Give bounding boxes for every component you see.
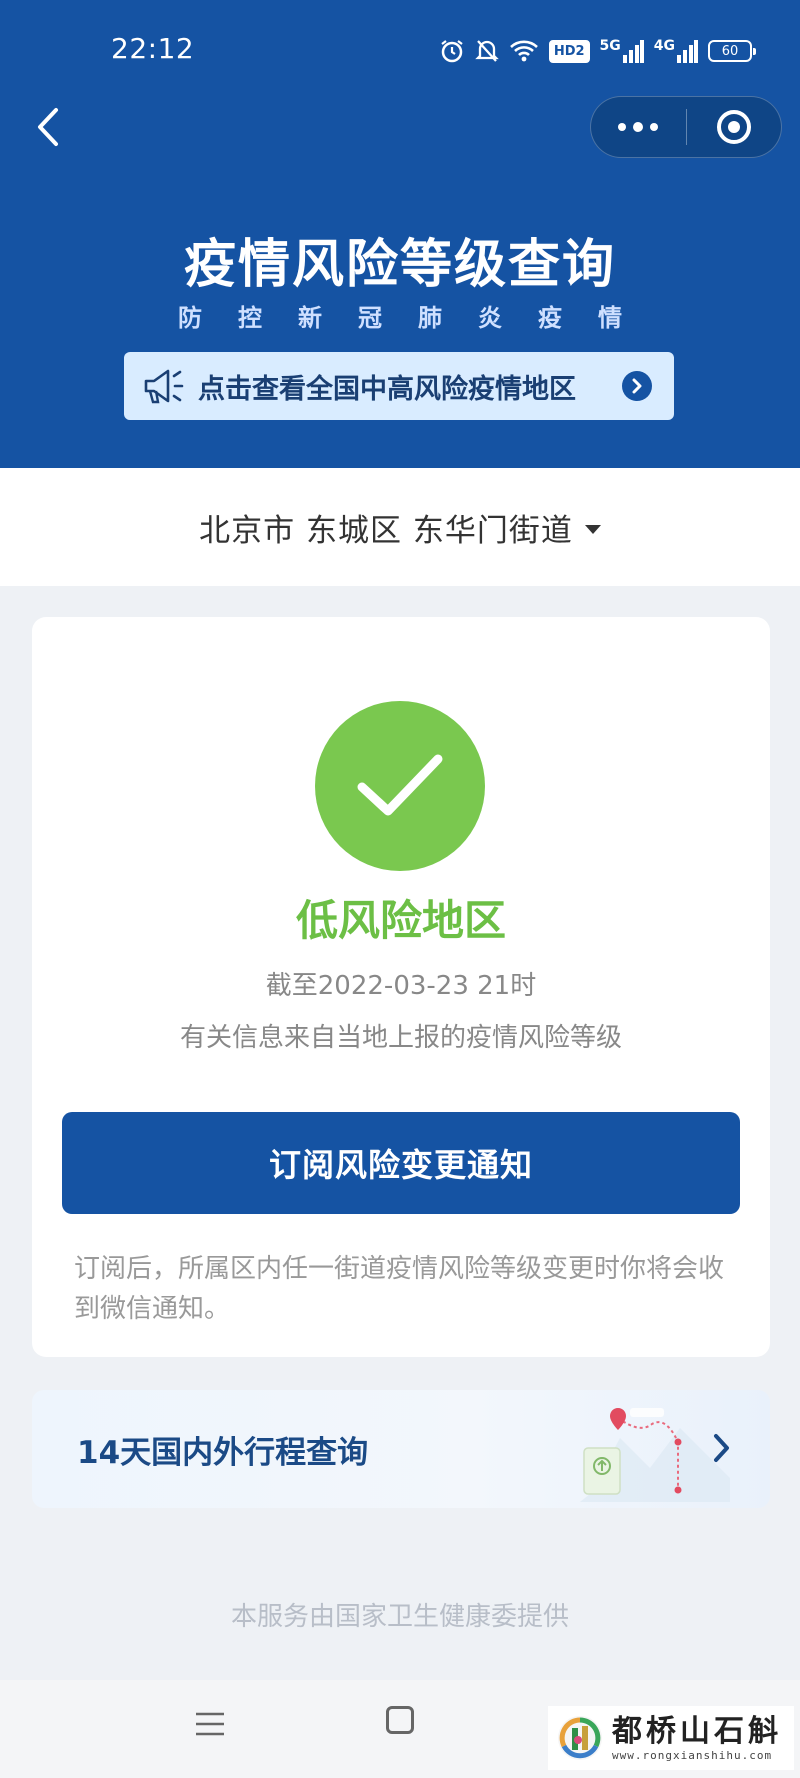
location-selector[interactable]: 北京市 东城区 东华门街道 — [0, 468, 800, 586]
check-icon — [357, 754, 443, 816]
signal-4g: 4G — [654, 39, 698, 63]
location-text: 北京市 东城区 东华门街道 — [199, 512, 573, 549]
watermark: 都桥山石斛 www.rongxianshihu.com — [548, 1706, 794, 1770]
status-time: 22:12 — [111, 32, 195, 65]
back-arrow-icon — [38, 108, 58, 146]
risk-result-card: 低风险地区 截至2022-03-23 21时 有关信息来自当地上报的疫情风险等级… — [32, 617, 770, 1357]
alarm-icon — [439, 38, 465, 64]
travel-history-card[interactable]: 14天国内外行程查询 — [32, 1390, 770, 1508]
more-dots-icon — [618, 122, 659, 132]
banner-arrow — [622, 371, 652, 401]
target-icon — [716, 110, 751, 144]
high-risk-areas-banner[interactable]: 点击查看全国中高风险疫情地区 — [124, 352, 674, 420]
status-icons: HD2 5G 4G 60 — [439, 34, 756, 68]
chevron-right-icon — [632, 378, 642, 394]
watermark-text: 都桥山石斛 www.rongxianshihu.com — [612, 1713, 782, 1762]
header: 22:12 HD2 5G 4G 60 疫情风险等级查询 防控新冠肺炎疫情 点击查… — [0, 0, 800, 468]
back-button[interactable] — [28, 104, 68, 150]
as-of-time: 截至2022-03-23 21时 — [265, 971, 537, 1001]
travel-map-illustration — [580, 1408, 730, 1502]
chevron-right-icon — [714, 1434, 729, 1462]
banner-text: 点击查看全国中高风险疫情地区 — [198, 373, 576, 405]
status-bar: 22:12 HD2 5G 4G 60 — [0, 0, 800, 100]
low-risk-badge — [315, 701, 485, 871]
wifi-icon — [509, 39, 539, 63]
signal-icon — [622, 40, 644, 63]
signal-icon — [677, 40, 698, 63]
watermark-logo-icon — [558, 1716, 602, 1760]
mini-program-capsule — [590, 96, 782, 158]
signal-5g: 5G — [600, 39, 644, 63]
subscribe-note: 订阅后，所属区内任一街道疫情风险等级变更时你将会收到微信通知。 — [74, 1254, 725, 1324]
menu-icon[interactable] — [192, 1706, 228, 1742]
mute-bell-icon — [475, 38, 499, 64]
subscribe-button[interactable]: 订阅风险变更通知 — [62, 1112, 740, 1214]
megaphone-icon — [144, 369, 184, 404]
home-square-icon[interactable] — [386, 1706, 414, 1734]
watermark-url: www.rongxianshihu.com — [612, 1748, 773, 1762]
watermark-name: 都桥山石斛 — [612, 1713, 782, 1749]
network-4g-label: 4G — [653, 38, 675, 54]
service-provider: 本服务由国家卫生健康委提供 — [230, 1602, 569, 1632]
page-subtitle: 防控新冠肺炎疫情 — [178, 304, 658, 332]
caret-down-icon — [584, 524, 601, 534]
source-note: 有关信息来自当地上报的疫情风险等级 — [179, 1023, 622, 1053]
battery-indicator: 60 — [708, 40, 756, 62]
close-mini-program-button[interactable] — [687, 97, 782, 157]
network-5g-label: 5G — [599, 38, 621, 54]
hd-badge: HD2 — [548, 39, 590, 63]
more-button[interactable] — [591, 97, 686, 157]
page-title: 疫情风险等级查询 — [183, 235, 616, 295]
risk-level: 低风险地区 — [295, 896, 506, 945]
